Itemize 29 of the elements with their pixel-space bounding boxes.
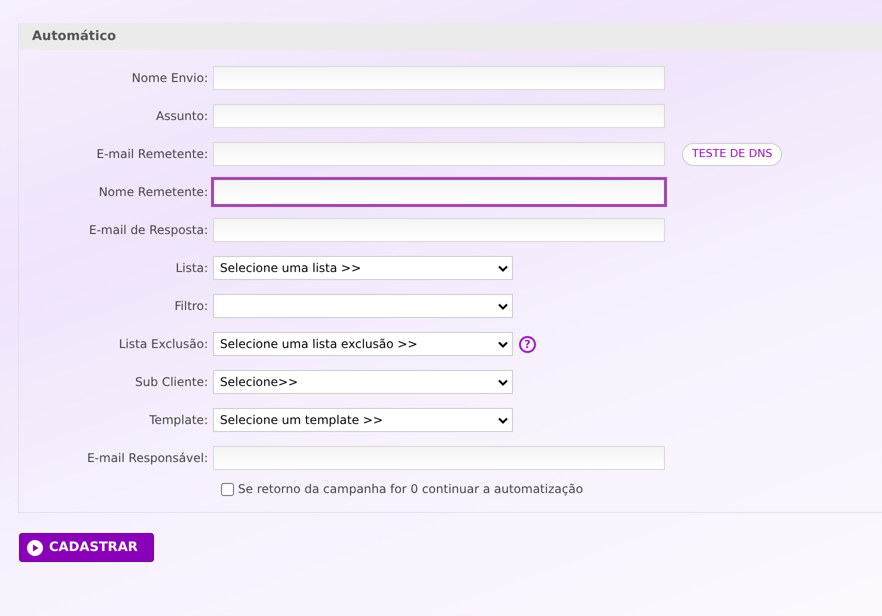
field-label: Sub Cliente:: [134, 374, 209, 391]
chevron-down-icon: [498, 340, 508, 348]
chevron-down-icon: [498, 264, 508, 272]
dropdown[interactable]: Selecione uma lista exclusão >>: [213, 332, 513, 356]
field-label: Template:: [148, 412, 209, 429]
field-label: Lista Exclusão:: [118, 336, 209, 353]
field-label: E-mail Remetente:: [95, 146, 209, 163]
chevron-down-icon: [498, 378, 508, 386]
field-label: E-mail de Resposta:: [88, 222, 209, 239]
dropdown[interactable]: Selecione um template >>: [213, 408, 513, 432]
field-label: Filtro:: [174, 298, 209, 315]
field-label: Nome Envio:: [130, 70, 209, 87]
play-icon: [27, 540, 43, 556]
submit-button[interactable]: CADASTRAR: [19, 533, 154, 562]
dropdown[interactable]: Selecione uma lista >>: [213, 256, 513, 280]
checkbox-label: Se retorno da campanha for 0 continuar a automatização: [238, 481, 584, 498]
field-label: E-mail Responsável:: [86, 450, 209, 467]
chevron-down-icon: [498, 416, 508, 424]
text-field[interactable]: [211, 177, 667, 207]
field-label: Lista:: [174, 260, 209, 277]
chevron-down-icon: [498, 302, 508, 310]
dns-test-button[interactable]: TESTE DE DNS: [682, 142, 782, 166]
field-label: Nome Remetente:: [98, 184, 209, 201]
section-header: Automático: [19, 23, 882, 50]
field-label: Assunto:: [154, 108, 209, 125]
dropdown[interactable]: Selecione>>: [213, 370, 513, 394]
dropdown[interactable]: [213, 294, 513, 318]
help-icon[interactable]: ?: [519, 336, 536, 352]
checkbox[interactable]: [221, 482, 234, 496]
